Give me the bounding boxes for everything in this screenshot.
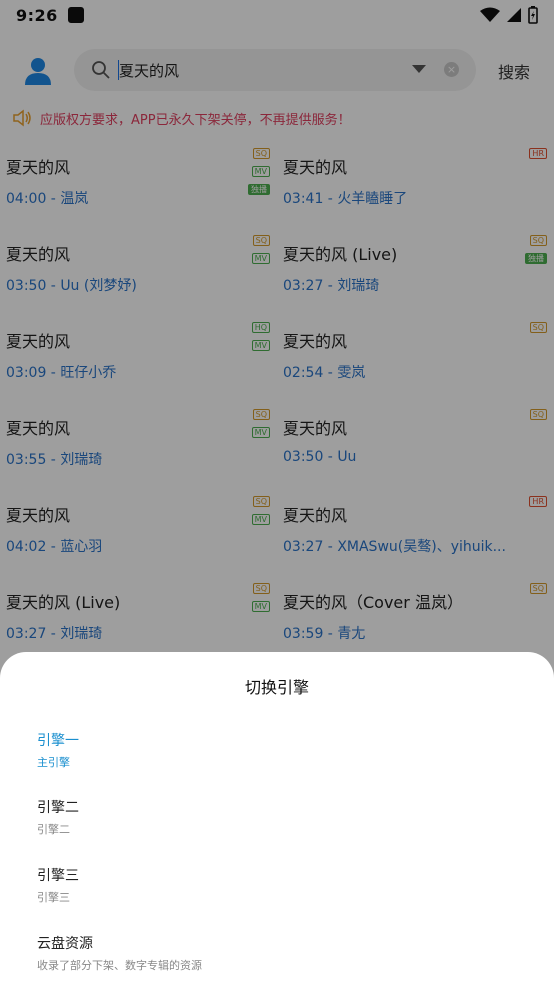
engine-name: 引擎一 (37, 733, 79, 749)
engine-desc: 引擎三 (37, 891, 70, 904)
engine-name: 引擎三 (37, 868, 79, 884)
engine-option-cloud[interactable]: 云盘资源 收录了部分下架、数字专辑的资源 (37, 933, 517, 984)
engine-switch-sheet: 切换引擎 引擎一 主引擎 引擎二 引擎二 引擎三 引擎三 云盘资源 收录了部分下… (0, 652, 554, 984)
engine-name: 云盘资源 (37, 936, 93, 952)
engine-option-1[interactable]: 引擎一 主引擎 (37, 730, 517, 786)
engine-desc: 主引擎 (37, 756, 70, 769)
engine-desc: 收录了部分下架、数字专辑的资源 (37, 959, 202, 972)
engine-option-2[interactable]: 引擎二 引擎二 (37, 797, 517, 853)
engine-desc: 引擎二 (37, 823, 70, 836)
sheet-title: 切换引擎 (244, 678, 309, 697)
engine-option-3[interactable]: 引擎三 引擎三 (37, 865, 517, 921)
engine-name: 引擎二 (37, 800, 79, 816)
